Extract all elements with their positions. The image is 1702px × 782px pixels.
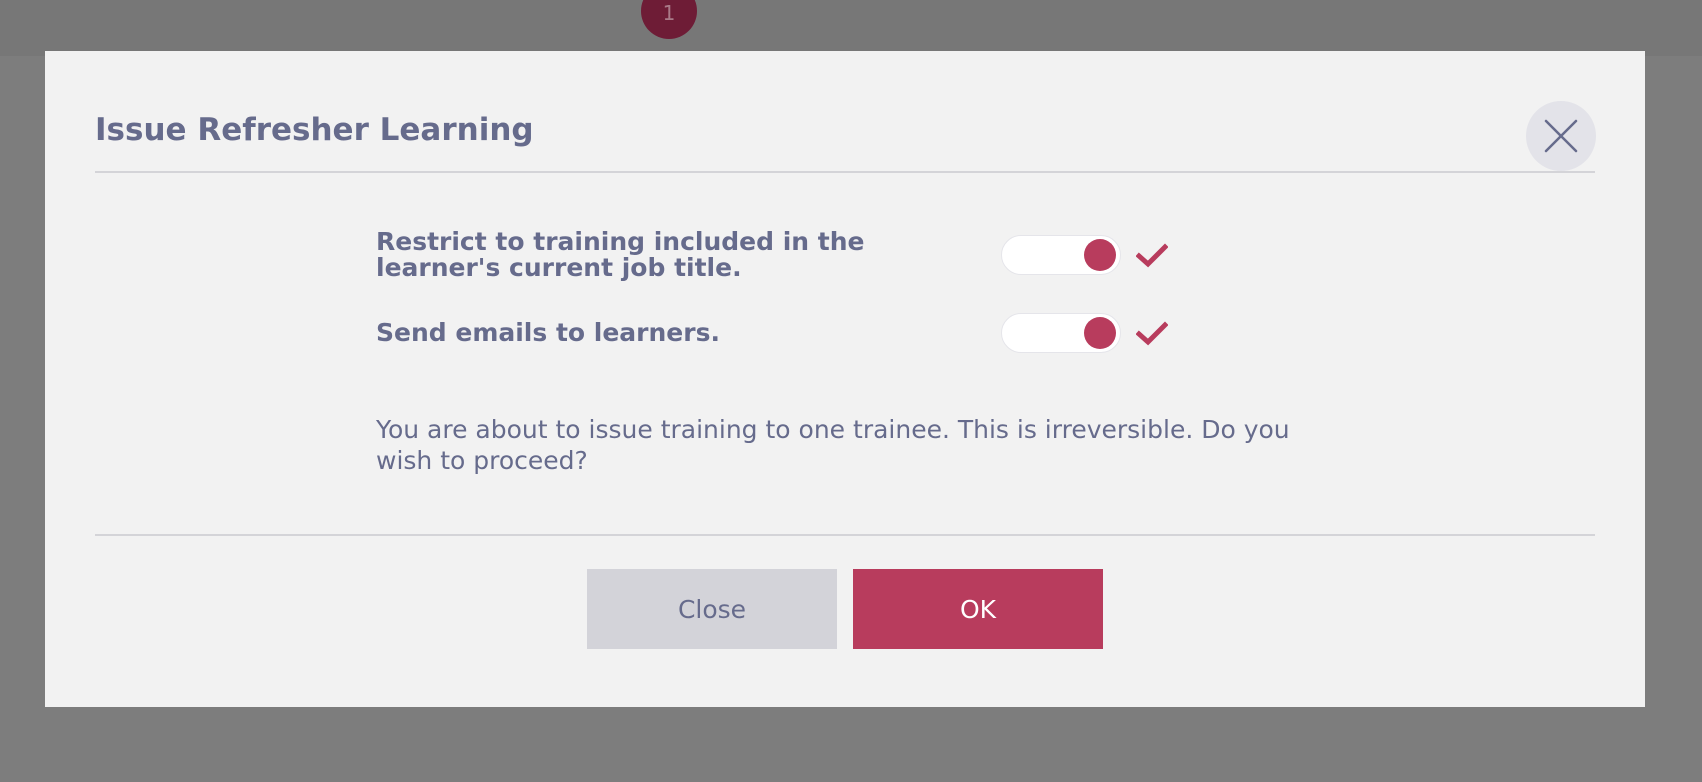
confirmation-message: You are about to issue training to one t… bbox=[376, 415, 1290, 475]
footer-divider bbox=[95, 534, 1595, 536]
modal-title: Issue Refresher Learning bbox=[95, 112, 534, 148]
restrict-training-label: Restrict to training included in the lea… bbox=[376, 227, 865, 282]
send-emails-toggle[interactable] bbox=[1001, 313, 1121, 353]
step-badge-number: 1 bbox=[662, 1, 676, 25]
send-emails-label: Send emails to learners. bbox=[376, 318, 720, 347]
restrict-training-toggle[interactable] bbox=[1001, 235, 1121, 275]
background-topbar: 1 bbox=[0, 0, 1702, 56]
close-icon bbox=[1544, 119, 1578, 153]
toggle-knob bbox=[1084, 317, 1116, 349]
toggle-knob bbox=[1084, 239, 1116, 271]
issue-refresher-modal: Issue Refresher Learning Restrict to tra… bbox=[45, 51, 1645, 707]
ok-button[interactable]: OK bbox=[853, 569, 1103, 649]
checkmark-icon bbox=[1136, 321, 1168, 346]
header-divider bbox=[95, 171, 1595, 173]
modal-close-button[interactable] bbox=[1526, 101, 1596, 171]
close-button[interactable]: Close bbox=[587, 569, 837, 649]
step-badge: 1 bbox=[641, 0, 697, 39]
checkmark-icon bbox=[1136, 243, 1168, 268]
